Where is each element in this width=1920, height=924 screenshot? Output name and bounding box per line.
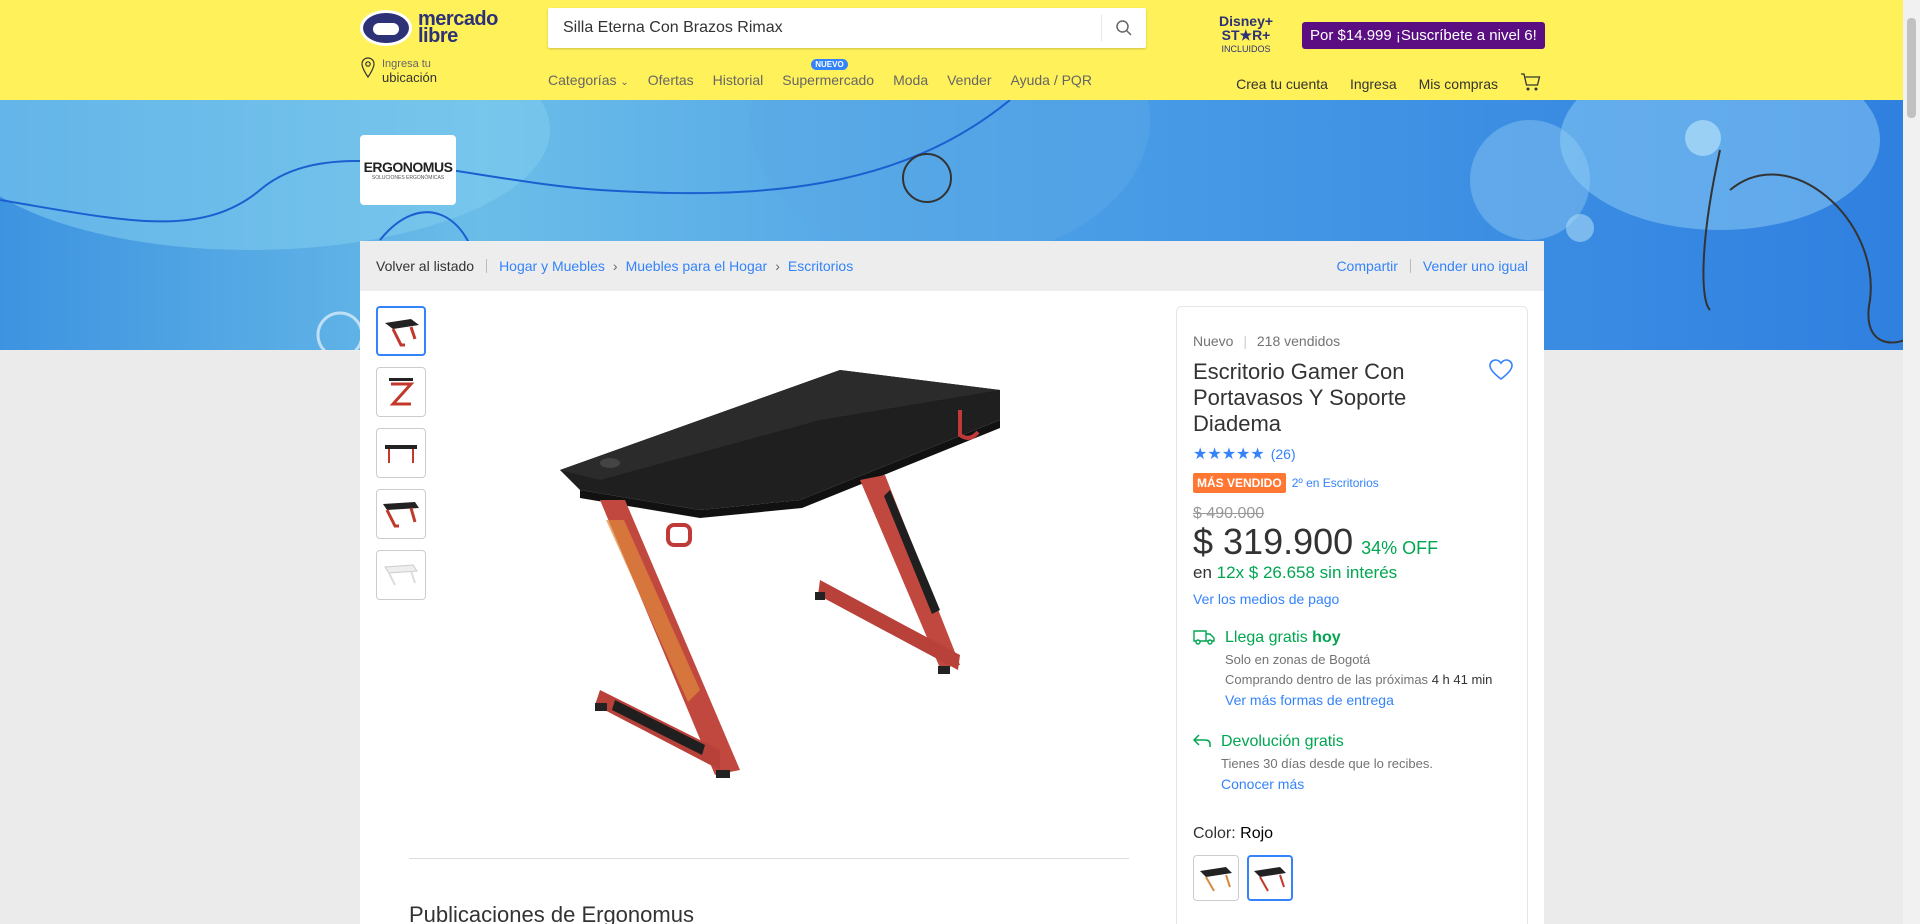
page-scrollbar[interactable]: [1903, 0, 1920, 924]
account-nav: Crea tu cuenta Ingresa Mis compras: [1214, 72, 1542, 95]
chevron-right-icon: ›: [612, 258, 618, 274]
my-purchases-link[interactable]: Mis compras: [1419, 76, 1498, 92]
nav-vender[interactable]: Vender: [947, 72, 991, 88]
return-description: Tienes 30 días desde que lo recibes.: [1221, 756, 1433, 771]
rating-count[interactable]: (26): [1271, 446, 1296, 462]
rating[interactable]: ★★★★★ (26): [1193, 444, 1296, 464]
location-pin-icon: [361, 57, 375, 79]
payment-methods-link[interactable]: Ver los medios de pago: [1193, 591, 1339, 607]
return-info: Devolución gratis Tienes 30 días desde q…: [1193, 733, 1433, 792]
disney-star-logo: Disney+ ST★R+ INCLUIDOS: [1218, 13, 1274, 54]
thumbnail-3[interactable]: [376, 428, 426, 478]
location-hint: Ingresa tu: [382, 58, 431, 70]
best-seller-row: MÁS VENDIDO 2º en Escritorios: [1193, 473, 1379, 493]
location-label: ubicación: [382, 70, 437, 85]
discount-label: 34% OFF: [1361, 538, 1439, 558]
color-swatch-black[interactable]: [1193, 855, 1239, 901]
shipping-title: Llega gratis hoy: [1225, 629, 1341, 646]
desk-swatch-image: [1200, 867, 1232, 892]
nav-ayuda[interactable]: Ayuda / PQR: [1010, 72, 1091, 88]
thumbnail-list: [376, 306, 426, 611]
breadcrumb: Volver al listado Hogar y Muebles › Mueb…: [360, 241, 1544, 291]
color-swatch-red[interactable]: [1247, 855, 1293, 901]
best-seller-badge: MÁS VENDIDO: [1193, 473, 1286, 493]
cart-icon: [1521, 73, 1541, 91]
chevron-right-icon: ›: [775, 258, 780, 274]
section-divider: [409, 858, 1129, 859]
installments: en 12x $ 26.658 sin interés: [1193, 563, 1398, 582]
thumbnail-5[interactable]: [376, 550, 426, 600]
color-label: Color: Rojo: [1193, 825, 1274, 842]
truck-icon: [1193, 630, 1215, 645]
desk-thumbnail-image: [383, 502, 419, 528]
breadcrumb-muebles[interactable]: Muebles para el Hogar: [626, 258, 768, 274]
breadcrumb-divider: [1409, 259, 1411, 273]
new-badge: NUEVO: [811, 59, 848, 70]
store-logo-tagline: SOLUCIONES ERGONÓMICAS: [371, 175, 445, 181]
thumbnail-1[interactable]: [376, 306, 426, 356]
thumbnail-2[interactable]: [376, 367, 426, 417]
shipping-countdown: Comprando dentro de las próximas 4 h 41 …: [1225, 672, 1493, 687]
search-button[interactable]: [1102, 8, 1146, 48]
desk-thumbnail-image: [385, 445, 417, 463]
desk-thumbnail-image: [384, 564, 418, 586]
location-selector[interactable]: Ingresa tu ubicación: [360, 57, 437, 85]
desk-swatch-image: [1254, 867, 1286, 892]
star-rating-icon: ★★★★★: [1193, 446, 1265, 463]
search-bar[interactable]: Silla Eterna Con Brazos Rimax: [548, 8, 1146, 48]
color-swatches: [1193, 855, 1293, 901]
login-link[interactable]: Ingresa: [1350, 76, 1397, 92]
more-shipping-link[interactable]: Ver más formas de entrega: [1225, 692, 1492, 708]
breadcrumb-divider: [486, 259, 488, 273]
main-nav: Categorías ⌄ Ofertas Historial NUEVO Supe…: [548, 59, 1111, 88]
logo-line2: libre: [418, 25, 458, 47]
create-account-link[interactable]: Crea tu cuenta: [1236, 76, 1328, 92]
cart-button[interactable]: [1520, 72, 1542, 95]
nav-categorias[interactable]: Categorías ⌄: [548, 72, 629, 88]
share-link[interactable]: Compartir: [1336, 258, 1397, 274]
site-header: mercado libre Silla Eterna Con Brazos Ri…: [0, 0, 1920, 100]
desk-thumbnail-image: [389, 378, 415, 406]
search-icon: [1116, 20, 1132, 36]
selected-color: Rojo: [1240, 825, 1274, 842]
current-price: $ 319.900: [1193, 521, 1354, 562]
category-rank-link[interactable]: 2º en Escritorios: [1292, 476, 1379, 490]
back-to-list-link[interactable]: Volver al listado: [376, 258, 474, 274]
subscription-promo[interactable]: Disney+ ST★R+ INCLUIDOS Por $14.999 ¡Sus…: [1200, 14, 1545, 56]
nav-ofertas[interactable]: Ofertas: [648, 72, 694, 88]
store-logo[interactable]: ERGONOMUS SOLUCIONES ERGONÓMICAS: [360, 135, 456, 205]
condition-label: Nuevo: [1193, 333, 1234, 349]
breadcrumb-escritorios[interactable]: Escritorios: [788, 258, 853, 274]
price-row: $ 319.900 34% OFF: [1193, 521, 1438, 563]
nav-supermercado[interactable]: NUEVO Supermercado: [782, 59, 874, 88]
handshake-icon: [360, 10, 412, 46]
nav-moda[interactable]: Moda: [893, 72, 928, 88]
breadcrumb-hogar[interactable]: Hogar y Muebles: [499, 258, 605, 274]
installment-amount: 12x $ 26.658 sin interés: [1216, 563, 1398, 582]
promo-badge[interactable]: Por $14.999 ¡Suscríbete a nivel 6!: [1302, 21, 1545, 49]
condition-sold: Nuevo | 218 vendidos: [1193, 333, 1341, 349]
nav-historial[interactable]: Historial: [713, 72, 764, 88]
gaming-desk-image: [560, 370, 1000, 778]
search-input[interactable]: Silla Eterna Con Brazos Rimax: [548, 19, 1101, 37]
heart-icon: [1489, 359, 1513, 381]
buy-box: Nuevo | 218 vendidos Escritorio Gamer Co…: [1176, 306, 1528, 924]
thumbnail-4[interactable]: [376, 489, 426, 539]
product-title: Escritorio Gamer Con Portavasos Y Soport…: [1193, 359, 1407, 436]
publications-title: Publicaciones de Ergonomus: [409, 902, 694, 924]
return-arrow-icon: [1193, 734, 1211, 747]
favorite-button[interactable]: [1489, 359, 1513, 386]
sell-same-link[interactable]: Vender uno igual: [1423, 258, 1528, 274]
sold-count: 218 vendidos: [1256, 333, 1341, 349]
shipping-zone: Solo en zonas de Bogotá: [1225, 652, 1371, 667]
store-logo-name: ERGONOMUS: [363, 159, 453, 175]
scrollbar-thumb[interactable]: [1907, 18, 1916, 118]
chevron-down-icon: ⌄: [620, 77, 629, 88]
return-title: Devolución gratis: [1221, 733, 1344, 750]
product-main-image[interactable]: [540, 350, 1060, 800]
shipping-info: Llega gratis hoy Solo en zonas de Bogotá…: [1193, 629, 1492, 708]
mercadolibre-logo[interactable]: mercado libre: [360, 9, 498, 47]
return-more-link[interactable]: Conocer más: [1221, 776, 1433, 792]
desk-thumbnail-image: [385, 319, 419, 347]
